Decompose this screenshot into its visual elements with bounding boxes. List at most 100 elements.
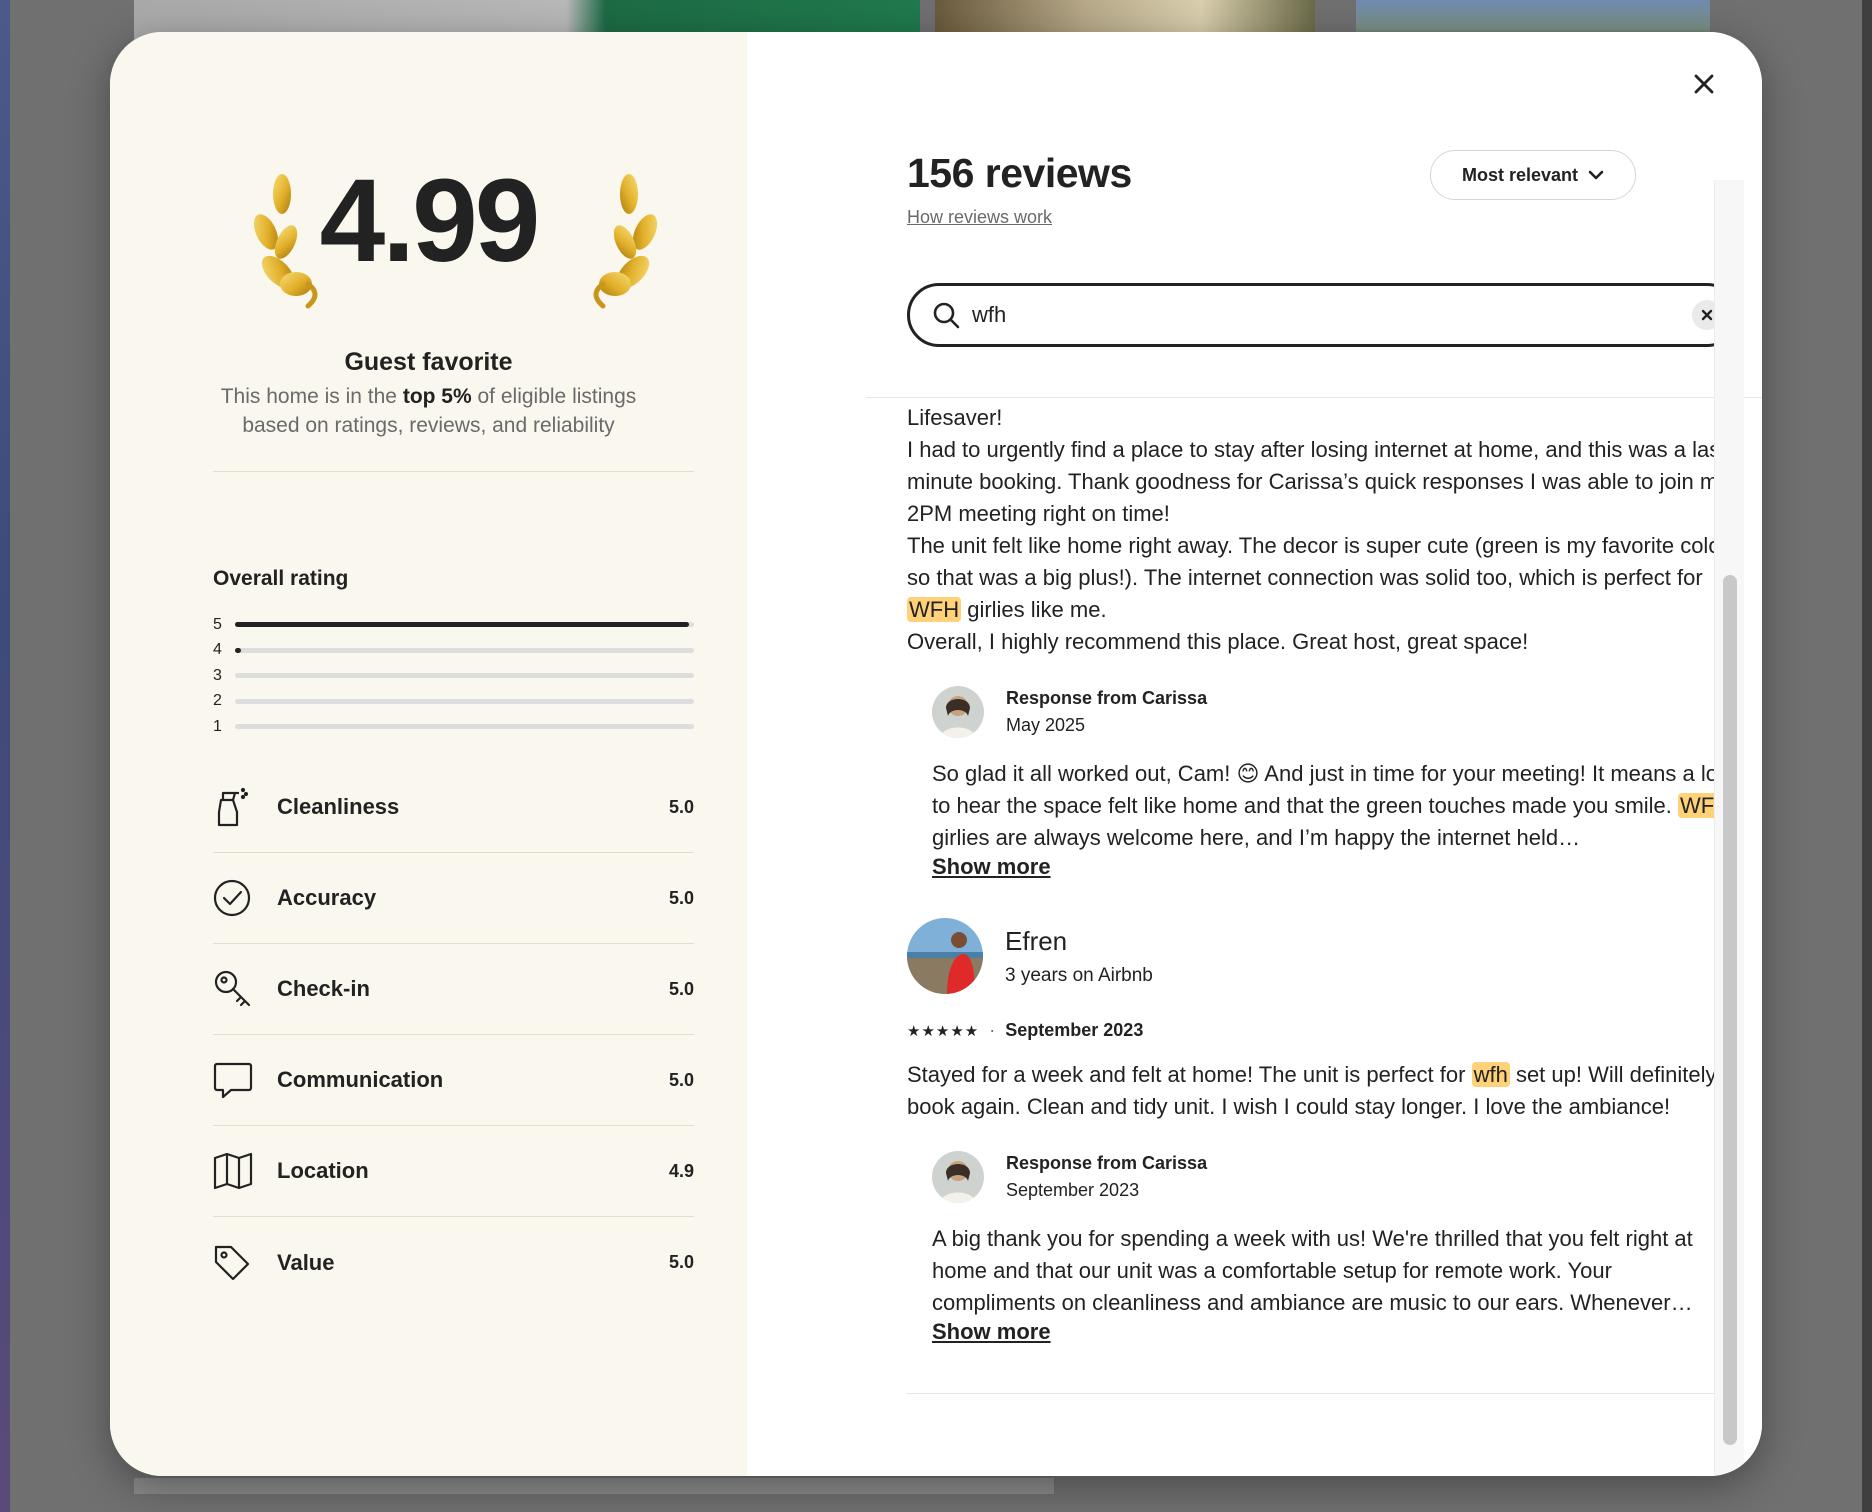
category-value: 5.0 xyxy=(668,1069,694,1090)
star-rating: ★★★★★ xyxy=(907,1022,980,1040)
response-text-part: So glad it all worked out, Cam! 😊 And ju… xyxy=(932,761,1725,818)
reviewer-tenure: 3 years on Airbnb xyxy=(1005,964,1153,986)
show-more-link[interactable]: Show more xyxy=(932,1319,1051,1345)
category-label: Accuracy xyxy=(277,885,377,910)
review-text: Stayed for a week and felt at home! The … xyxy=(907,1059,1739,1123)
response-date: May 2025 xyxy=(1006,715,1086,735)
desc-bold: top 5% xyxy=(402,385,472,408)
category-value: 5.0 xyxy=(668,978,694,999)
divider xyxy=(866,397,1762,398)
host-avatar[interactable] xyxy=(932,686,984,738)
scrollbar[interactable] xyxy=(1714,180,1744,1476)
review-line: Overall, I highly recommend this place. … xyxy=(907,629,1529,654)
reviews-count-title: 156 reviews xyxy=(907,150,1132,196)
rating-bar-label: 2 xyxy=(213,692,222,710)
category-value: 5.0 xyxy=(668,887,694,908)
reviews-list[interactable]: Lifesaver! I had to urgently find a plac… xyxy=(907,402,1739,1476)
overall-rating-label: Overall rating xyxy=(213,567,349,590)
close-icon xyxy=(1701,309,1713,321)
score-hero: 4.99 xyxy=(110,142,747,322)
laurel-right-icon xyxy=(593,174,658,309)
review-search-bar xyxy=(907,283,1739,347)
category-row-value: Value 5.0 xyxy=(213,1217,694,1308)
rating-bar-label: 5 xyxy=(213,615,222,633)
review-text-part: girlies like me. xyxy=(961,597,1107,622)
category-value: 4.9 xyxy=(668,1160,694,1181)
category-row-check-in: Check-in 5.0 xyxy=(213,944,694,1035)
response-date: September 2023 xyxy=(1006,1180,1140,1200)
spray-bottle-icon xyxy=(213,787,277,827)
sort-dropdown[interactable]: Most relevant xyxy=(1430,150,1636,200)
category-label: Location xyxy=(277,1158,369,1183)
reviews-pane: 156 reviews How reviews work Most releva… xyxy=(747,32,1762,1476)
show-more-link[interactable]: Show more xyxy=(932,854,1051,880)
category-row-location: Location 4.9 xyxy=(213,1126,694,1217)
category-value: 5.0 xyxy=(668,796,694,817)
response-text: So glad it all worked out, Cam! 😊 And ju… xyxy=(932,758,1739,854)
response-header: Response from Carissa May 2025 xyxy=(932,686,1739,738)
category-row-accuracy: Accuracy 5.0 xyxy=(213,853,694,944)
review-date: September 2023 xyxy=(1005,1020,1144,1040)
page-footer-shadow xyxy=(134,1478,1054,1494)
rating-bar-label: 4 xyxy=(213,641,222,659)
review-text-part: The unit felt like home right away. The … xyxy=(907,533,1733,590)
map-icon xyxy=(213,1151,277,1191)
review-item: Efren 3 years on Airbnb ★★★★★ · Septembe… xyxy=(907,918,1739,1345)
price-tag-icon xyxy=(213,1243,277,1283)
host-response: Response from Carissa September 2023 A b… xyxy=(932,1151,1739,1345)
divider xyxy=(213,471,694,472)
desc-text: This home is in the xyxy=(220,385,403,408)
review-item: Lifesaver! I had to urgently find a plac… xyxy=(907,402,1739,880)
how-reviews-work-link[interactable]: How reviews work xyxy=(907,207,1052,228)
rating-bar-fill xyxy=(235,622,690,628)
rating-bar-row: 4 xyxy=(213,638,694,664)
category-value: 5.0 xyxy=(668,1252,694,1272)
close-button[interactable] xyxy=(1682,62,1726,106)
rating-bar-row: 2 xyxy=(213,689,694,715)
close-icon xyxy=(1694,74,1714,94)
separator: · xyxy=(989,1020,996,1040)
category-row-cleanliness: Cleanliness 5.0 xyxy=(213,762,694,853)
rating-bar-label: 1 xyxy=(213,717,222,735)
guest-favorite-title: Guest favorite xyxy=(344,348,513,376)
chevron-down-icon xyxy=(1588,170,1604,180)
rating-bar-track xyxy=(235,673,694,679)
search-input[interactable] xyxy=(972,302,1692,328)
review-line: The unit felt like home right away. The … xyxy=(907,530,1739,626)
response-meta: Response from Carissa May 2025 xyxy=(1006,688,1207,736)
response-text: A big thank you for spending a week with… xyxy=(932,1226,1693,1315)
rating-bar-track xyxy=(235,724,694,730)
reviewer-avatar[interactable] xyxy=(907,918,983,994)
review-line: I had to urgently find a place to stay a… xyxy=(907,437,1734,526)
divider xyxy=(907,1393,1739,1394)
check-circle-icon xyxy=(213,878,277,918)
rating-bar-row: 3 xyxy=(213,663,694,689)
category-label: Value xyxy=(277,1249,335,1275)
response-title: Response from Carissa xyxy=(1006,1153,1208,1173)
window-edge xyxy=(0,0,10,1512)
response-header: Response from Carissa September 2023 xyxy=(932,1151,1739,1203)
rating-bar-row: 1 xyxy=(213,714,694,740)
reviewer-info: Efren 3 years on Airbnb xyxy=(1005,926,1153,987)
scrollbar-thumb[interactable] xyxy=(1723,575,1737,1445)
search-icon xyxy=(933,302,960,329)
reviewer-header: Efren 3 years on Airbnb xyxy=(907,918,1739,994)
key-icon xyxy=(213,969,277,1009)
rating-bar-label: 3 xyxy=(213,666,222,684)
rating-bar-track xyxy=(235,647,694,653)
category-label: Check-in xyxy=(277,976,370,1001)
review-meta: ★★★★★ · September 2023 xyxy=(907,1020,1739,1041)
rating-bar-fill xyxy=(235,647,241,653)
host-avatar[interactable] xyxy=(932,1151,984,1203)
host-response: Response from Carissa May 2025 So glad i… xyxy=(932,686,1739,880)
review-line: Lifesaver! xyxy=(907,405,1003,430)
category-label: Cleanliness xyxy=(277,794,400,819)
response-text-part: girlies are always welcome here, and I’m… xyxy=(932,825,1581,850)
search-highlight: WFH xyxy=(907,597,962,622)
window-edge xyxy=(1862,0,1872,1512)
response-title: Response from Carissa xyxy=(1006,688,1208,708)
rating-summary-pane: 4.99 Guest favorite This home is in the … xyxy=(110,32,747,1476)
category-row-communication: Communication 5.0 xyxy=(213,1035,694,1126)
reviews-modal: 4.99 Guest favorite This home is in the … xyxy=(110,32,1762,1476)
rating-bar-track xyxy=(235,698,694,704)
